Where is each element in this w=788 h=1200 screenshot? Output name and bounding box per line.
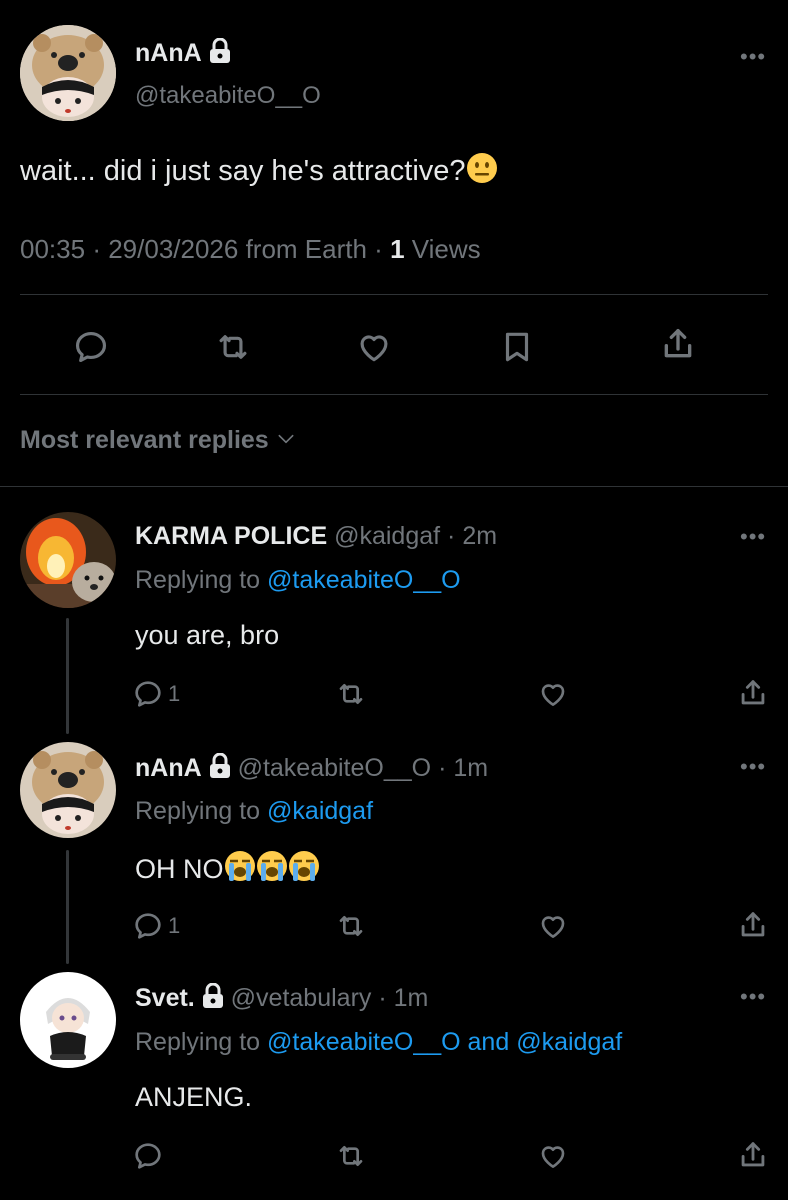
lock-icon	[202, 982, 224, 1016]
replying-to: Replying to @takeabiteO__O	[135, 566, 461, 594]
retweet-icon	[339, 1146, 363, 1166]
retweet-button[interactable]	[213, 328, 253, 371]
reply-header: Svet. @vetabulary · 1m	[135, 982, 429, 1016]
like-button[interactable]	[536, 678, 570, 710]
divider	[20, 294, 768, 295]
mention-link[interactable]: @kaidgaf	[516, 1028, 622, 1056]
retweet-button[interactable]	[334, 678, 368, 710]
reply-time[interactable]: 2m	[462, 522, 497, 550]
mention-link[interactable]: @takeabiteO__O	[267, 1028, 461, 1056]
share-icon	[741, 680, 765, 705]
author-name-row: nAnA	[135, 37, 231, 71]
reply-button[interactable]	[132, 1140, 164, 1172]
reply-avatar[interactable]	[20, 742, 116, 838]
share-icon	[741, 912, 765, 937]
replying-to: Replying to @takeabiteO__O and @kaidgaf	[135, 1028, 623, 1056]
neutral-face-emoji-icon	[466, 152, 498, 192]
reply-text: ANJENG.	[135, 1082, 253, 1112]
heart-icon	[541, 684, 565, 706]
reply-text: OH NO	[135, 854, 224, 884]
thread-line	[66, 850, 69, 964]
reply-author-handle[interactable]: @takeabiteO__O	[238, 754, 432, 782]
more-options-icon[interactable]: •••	[740, 986, 766, 1008]
tweet-text-row: wait... did i just say he's attractive?	[20, 152, 498, 192]
reply-button[interactable]: 1	[132, 910, 180, 942]
reply-header: nAnA @takeabiteO__O · 1m	[135, 752, 488, 786]
reply-icon	[135, 681, 161, 707]
reply-icon	[135, 913, 161, 939]
heart-icon	[541, 916, 565, 938]
divider	[20, 394, 768, 395]
heart-icon	[541, 1146, 565, 1168]
author-handle[interactable]: @takeabiteO__O	[135, 82, 321, 110]
tweet-meta: 00:35 · 29/03/2026 from Earth · 1 Views	[20, 234, 481, 264]
reply-icon	[135, 1143, 161, 1169]
share-icon	[664, 329, 692, 358]
share-button[interactable]	[658, 324, 698, 369]
author-name[interactable]: nAnA	[135, 39, 202, 67]
reply-author-handle[interactable]: @kaidgaf	[334, 522, 440, 550]
retweet-button[interactable]	[334, 1140, 368, 1172]
reply-author-name[interactable]: KARMA POLICE	[135, 522, 327, 550]
divider	[0, 486, 788, 487]
replying-to: Replying to @kaidgaf	[135, 797, 374, 825]
reply-avatar[interactable]	[20, 972, 116, 1068]
views-count: 1	[390, 234, 405, 264]
share-button[interactable]	[736, 1138, 770, 1172]
replies-sort-label: Most relevant replies	[20, 426, 269, 454]
mention-link[interactable]: @kaidgaf	[267, 797, 373, 825]
retweet-icon	[339, 684, 363, 704]
chevron-down-icon	[278, 434, 294, 444]
retweet-icon	[339, 916, 363, 936]
reply-text: you are, bro	[135, 620, 280, 650]
tweet-text: wait... did i just say he's attractive?	[20, 155, 466, 187]
mention-link[interactable]: @takeabiteO__O	[267, 566, 461, 594]
like-button[interactable]	[354, 328, 394, 371]
like-button[interactable]	[536, 1140, 570, 1172]
reply-icon	[75, 331, 107, 363]
bookmark-icon	[505, 332, 529, 362]
lock-icon	[209, 37, 231, 71]
like-button[interactable]	[536, 910, 570, 942]
lock-icon	[209, 752, 231, 786]
more-options-icon[interactable]: •••	[740, 526, 766, 548]
more-options-icon[interactable]: •••	[740, 46, 766, 68]
more-options-icon[interactable]: •••	[740, 756, 766, 778]
reply-author-handle[interactable]: @vetabulary	[231, 984, 372, 1012]
reply-header: KARMA POLICE @kaidgaf · 2m	[135, 522, 498, 550]
reply-text-row: OH NO	[135, 850, 320, 889]
replies-sort-dropdown[interactable]: Most relevant replies	[20, 426, 296, 455]
thread-line	[66, 618, 69, 734]
reply-avatar[interactable]	[20, 512, 116, 608]
reply-time[interactable]: 1m	[453, 754, 488, 782]
share-button[interactable]	[736, 908, 770, 942]
bookmark-button[interactable]	[498, 328, 536, 371]
reply-author-name[interactable]: Svet.	[135, 984, 195, 1012]
reply-count: 1	[168, 681, 181, 706]
author-avatar[interactable]	[20, 25, 116, 121]
reply-time[interactable]: 1m	[394, 984, 429, 1012]
share-button[interactable]	[736, 676, 770, 710]
reply-author-name[interactable]: nAnA	[135, 754, 202, 782]
retweet-button[interactable]	[334, 910, 368, 942]
retweet-icon	[219, 335, 247, 359]
reply-count: 1	[168, 913, 181, 938]
tweet-date: 29/03/2026 from Earth	[108, 234, 367, 264]
loudly-crying-face-emoji-icon	[224, 850, 320, 889]
share-icon	[741, 1142, 765, 1167]
views-label[interactable]: Views	[412, 234, 481, 264]
tweet-time[interactable]: 00:35	[20, 234, 85, 264]
heart-icon	[360, 335, 388, 362]
reply-button[interactable]	[72, 328, 110, 371]
reply-button[interactable]: 1	[132, 678, 180, 710]
